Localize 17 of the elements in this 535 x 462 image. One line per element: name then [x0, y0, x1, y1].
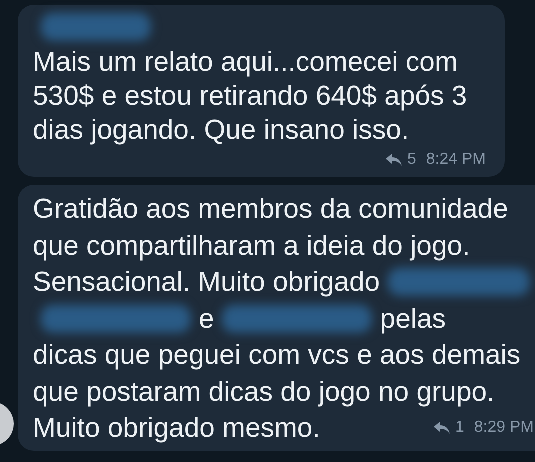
reply-count: 1	[456, 419, 464, 438]
message-text: Mais um relato aqui...comecei com	[33, 46, 458, 78]
reply-icon	[386, 154, 402, 166]
message-text: dias jogando. Que insano isso.	[33, 114, 410, 146]
message-text: que postaram dicas do jogo no grupo.	[33, 376, 495, 408]
message-text: Gratidão aos membros da comunidade	[33, 193, 508, 226]
message-text: e	[199, 302, 214, 335]
message-time: 8:29 PM	[474, 419, 534, 438]
message-text: 530$ e estou retirando 640$ após 3	[33, 80, 468, 112]
message-text: pelas	[380, 302, 446, 335]
reply-count: 5	[408, 151, 416, 169]
reply-icon	[434, 422, 450, 434]
message-text: dicas que peguei com vcs e aos demais	[33, 339, 521, 372]
message-text: que compartilharam a ideia do jogo.	[33, 230, 470, 262]
message-text: Muito obrigado mesmo.	[33, 412, 320, 444]
message-text: Sensacional. Muito obrigado	[33, 266, 380, 298]
message-time: 8:24 PM	[426, 151, 486, 169]
